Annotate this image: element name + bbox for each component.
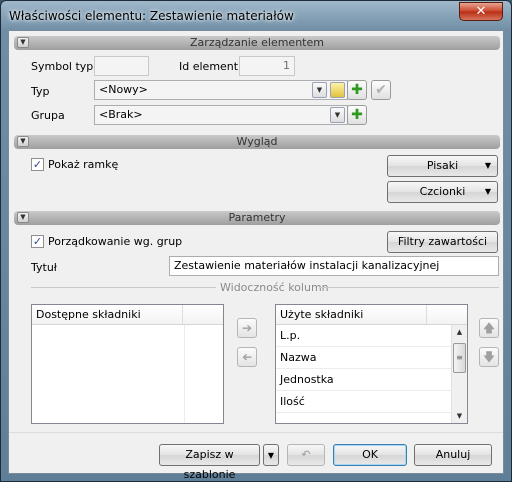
columns-visibility-label: Widoczność kolumn	[220, 281, 329, 294]
list-item[interactable]: L.p.	[276, 325, 451, 347]
group-sort-label: Porządkowanie wg. grup	[48, 235, 183, 248]
dropdown-arrow-icon: ▼	[484, 161, 491, 170]
title-input[interactable]: Zestawienie materiałów instalacji kanali…	[169, 256, 499, 276]
arrow-right-icon: ➔	[241, 321, 253, 335]
group-sort-checkbox[interactable]: ✓	[31, 235, 44, 248]
dropdown-arrow-icon: ▼	[267, 451, 275, 460]
section-bar-parameters[interactable]: ▼ Parametry	[14, 211, 500, 225]
title-label: Tytuł	[31, 261, 57, 274]
available-column-header[interactable]: Dostępne składniki	[32, 305, 184, 324]
used-list-scrollbar[interactable]: ▲ ≡ ▼	[451, 325, 467, 423]
group-label: Grupa	[31, 109, 65, 122]
save-template-dropdown[interactable]: ▼	[263, 444, 279, 466]
add-type-button[interactable]: ✚	[347, 80, 367, 100]
column-divider	[184, 325, 185, 423]
available-components-list[interactable]: Dostępne składniki	[31, 304, 224, 424]
dialog-window: Właściwości elementu: Zestawienie materi…	[0, 0, 512, 482]
type-value: <Nowy>	[99, 83, 148, 96]
move-down-button[interactable]: 🡇	[479, 347, 499, 367]
pens-button-label: Pisaki	[426, 159, 459, 172]
section-title-appearance: Wygląd	[236, 135, 278, 148]
pens-button[interactable]: Pisaki ▼	[387, 155, 498, 177]
dropdown-arrow-icon: ▼	[484, 187, 491, 196]
confirm-type-button[interactable]: ✔	[371, 80, 391, 100]
undo-button[interactable]: ↶	[287, 444, 325, 466]
arrow-left-icon: ➔	[241, 350, 253, 364]
list-item[interactable]: Jednostka	[276, 369, 451, 391]
section-title-parameters: Parametry	[228, 211, 286, 224]
arrow-up-icon: 🡅	[482, 321, 496, 335]
fonts-button[interactable]: Czcionki ▼	[387, 181, 498, 203]
used-list-header: Użyte składniki	[276, 305, 467, 325]
footer-divider	[9, 432, 503, 433]
used-components-list[interactable]: Użyte składniki L.p. Nazwa Jednostka Ilo…	[275, 304, 468, 424]
fonts-button-label: Czcionki	[419, 185, 466, 198]
symbol-type-label: Symbol typu	[31, 60, 101, 73]
title-bar[interactable]: Właściwości elementu: Zestawienie materi…	[1, 1, 511, 31]
list-item[interactable]: Nazwa	[276, 347, 451, 369]
used-column-header[interactable]: Użyte składniki	[276, 305, 428, 324]
type-combo[interactable]: <Nowy> ▼	[94, 80, 348, 100]
add-group-button[interactable]: ✚	[347, 105, 367, 125]
scroll-thumb[interactable]: ≡	[453, 343, 466, 373]
divider	[31, 287, 216, 288]
undo-icon: ↶	[301, 448, 311, 461]
move-left-button[interactable]: ➔	[237, 347, 257, 367]
available-column-header-extra	[183, 305, 223, 324]
lightbulb-icon[interactable]	[330, 82, 345, 98]
ok-button[interactable]: OK	[333, 444, 407, 466]
section-bar-appearance[interactable]: ▼ Wygląd	[14, 135, 500, 149]
plus-icon: ✚	[351, 107, 363, 123]
list-item[interactable]: Ilość	[276, 391, 451, 413]
close-icon: ✕	[475, 4, 487, 19]
show-frame-checkbox[interactable]: ✓	[31, 158, 44, 171]
type-dropdown-icon[interactable]: ▼	[312, 82, 327, 98]
scroll-down-icon[interactable]: ▼	[452, 409, 467, 423]
scroll-up-icon[interactable]: ▲	[452, 325, 467, 339]
element-id-field[interactable]: 1	[239, 56, 295, 76]
section-title-management: Zarządzanie elementem	[190, 36, 324, 49]
move-right-button[interactable]: ➔	[237, 318, 257, 338]
group-dropdown-icon[interactable]: ▼	[330, 107, 345, 123]
move-up-button[interactable]: 🡅	[479, 318, 499, 338]
close-button[interactable]: ✕	[459, 2, 503, 21]
symbol-type-field[interactable]	[94, 56, 149, 76]
section-bar-management[interactable]: ▼ Zarządzanie elementem	[14, 36, 500, 50]
cancel-button[interactable]: Anuluj	[414, 444, 492, 466]
group-combo[interactable]: <Brak> ▼	[94, 105, 348, 125]
content-filters-button[interactable]: Filtry zawartości	[387, 231, 498, 253]
element-id-label: Id elementu	[179, 60, 246, 73]
window-title: Właściwości elementu: Zestawienie materi…	[9, 9, 294, 23]
group-value: <Brak>	[99, 108, 143, 121]
save-template-button[interactable]: Zapisz w szablonie	[159, 444, 260, 481]
arrow-down-icon: 🡇	[482, 350, 496, 364]
type-label: Typ	[31, 85, 50, 98]
divider	[319, 287, 499, 288]
plus-icon: ✚	[351, 82, 363, 98]
used-column-header-extra	[427, 305, 467, 324]
check-icon: ✔	[375, 82, 387, 98]
available-list-header: Dostępne składniki	[32, 305, 223, 325]
show-frame-label: Pokaż ramkę	[48, 158, 119, 171]
dialog-client-area: ▼ Zarządzanie elementem Symbol typu Id e…	[8, 30, 504, 481]
